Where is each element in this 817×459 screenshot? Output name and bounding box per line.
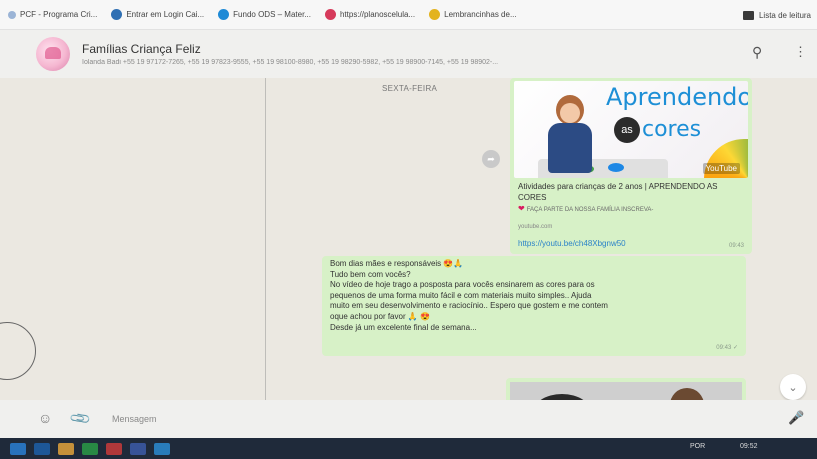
message-input[interactable] <box>112 408 712 430</box>
taskbar-app-icon[interactable] <box>82 442 98 455</box>
reading-list-button[interactable]: Lista de leitura <box>742 0 811 30</box>
message-image[interactable] <box>510 382 742 400</box>
bookmark-label: https://planoscelula... <box>339 10 416 19</box>
emoji-icon[interactable]: ☺ <box>38 410 52 426</box>
youtube-logo: YouTube <box>702 163 740 174</box>
thumbnail-title: Aprendendo <box>606 83 748 111</box>
bookmark-item[interactable]: https://planoscelula... <box>324 9 416 20</box>
day-label: SEXTA-FEIRA <box>382 84 438 93</box>
link-domain: youtube.com <box>518 224 553 230</box>
taskbar-clock[interactable]: 09:52 <box>740 443 758 450</box>
paperclip-icon[interactable]: 📎 <box>69 406 93 430</box>
bookmark-label: PCF - Programa Cri... <box>20 10 98 19</box>
chat-header-text[interactable]: Famílias Criança Feliz Iolanda Badi +55 … <box>82 42 732 66</box>
message-composer: ☺ 📎 🎤 <box>0 400 817 438</box>
group-avatar[interactable] <box>36 37 70 71</box>
group-name: Famílias Criança Feliz <box>82 42 201 56</box>
bookmark-item[interactable]: Fundo ODS – Mater... <box>218 9 311 20</box>
microphone-icon[interactable]: 🎤 <box>788 410 804 426</box>
bookmark-item[interactable]: Entrar em Login Cai... <box>111 9 204 20</box>
thumbnail-subtitle: cores <box>642 117 702 142</box>
video-thumbnail[interactable]: Aprendendo as cores YouTube <box>514 81 748 178</box>
bookmark-label: Fundo ODS – Mater... <box>233 10 311 19</box>
taskbar-app-icon[interactable] <box>154 442 170 455</box>
message-line: muito em seu desenvolvimento e raciocíni… <box>330 301 608 311</box>
message-line: oque achou por favor 🙏 😍 <box>330 311 430 321</box>
chevron-down-icon: ⌄ <box>788 381 798 394</box>
chat-header[interactable]: Famílias Criança Feliz Iolanda Badi +55 … <box>0 30 817 78</box>
taskbar-app-icon[interactable] <box>58 442 74 455</box>
reading-list-icon <box>742 10 754 20</box>
message-line: Tudo bem com vocês? <box>330 269 411 279</box>
message-time: 09:43 <box>728 243 744 249</box>
link-title[interactable]: Atividades para crianças de 2 anos | APR… <box>518 181 744 203</box>
message-line: Desde já um excelente final de semana... <box>330 322 477 332</box>
bookmark-item[interactable]: Lembrancinhas de... <box>429 9 517 20</box>
bookmark-icon <box>8 10 16 19</box>
link-description: ❤ FAÇA PARTE DA NOSSA FAMÍLIA INSCREVA- <box>518 204 654 213</box>
divider-line <box>265 78 266 450</box>
bookmarks-bar: PCF - Programa Cri... Entrar em Login Ca… <box>0 0 817 30</box>
taskbar: POR 09:52 <box>0 438 817 459</box>
heart-icon: ❤ <box>518 204 525 213</box>
taskbar-language[interactable]: POR <box>690 443 705 450</box>
bookmark-icon <box>324 9 336 20</box>
message-link-bubble[interactable]: Aprendendo as cores YouTube Atividades p… <box>510 78 752 254</box>
scroll-down-button[interactable]: ⌄ <box>780 374 806 400</box>
message-line: No vídeo de hoje trago a posposta para v… <box>330 280 595 290</box>
search-icon[interactable]: ⚲ <box>752 44 762 61</box>
bookmark-label: Lembrancinhas de... <box>444 10 517 19</box>
taskbar-app-icon[interactable] <box>34 442 50 455</box>
taskbar-app-icon[interactable] <box>106 442 122 455</box>
message-image-bubble[interactable] <box>506 378 746 400</box>
bookmark-item[interactable]: PCF - Programa Cri... <box>8 10 97 19</box>
bookmark-icon <box>429 9 441 20</box>
color-dot <box>608 163 624 172</box>
menu-dots-icon[interactable]: ⋮ <box>794 44 807 60</box>
taskbar-app-icon[interactable] <box>10 442 26 455</box>
message-time: 09:43 ✓ <box>716 345 738 352</box>
forward-icon[interactable]: ➦ <box>482 150 500 168</box>
reading-list-label: Lista de leitura <box>758 10 811 20</box>
message-text-bubble[interactable]: Bom dias mães e responsáveis 😍🙏 Tudo bem… <box>322 256 746 356</box>
thumbnail-as: as <box>614 117 640 143</box>
bookmark-label: Entrar em Login Cai... <box>126 10 205 19</box>
bookmark-icon <box>218 9 230 20</box>
bookmark-icon <box>111 9 123 20</box>
side-arc <box>0 322 36 380</box>
group-members: Iolanda Badi +55 19 97172-7265, +55 19 9… <box>82 59 499 66</box>
message-line: Bom dias mães e responsáveis 😍🙏 <box>330 259 464 268</box>
child-figure <box>542 95 598 173</box>
link-url[interactable]: https://youtu.be/ch48Xbgnw50 <box>518 239 626 248</box>
chat-body[interactable]: SEXTA-FEIRA ➦ Aprendendo as cores YouTub… <box>0 78 817 400</box>
message-line: pequenos de uma forma muito fácil e com … <box>330 290 592 300</box>
taskbar-app-icon[interactable] <box>130 442 146 455</box>
